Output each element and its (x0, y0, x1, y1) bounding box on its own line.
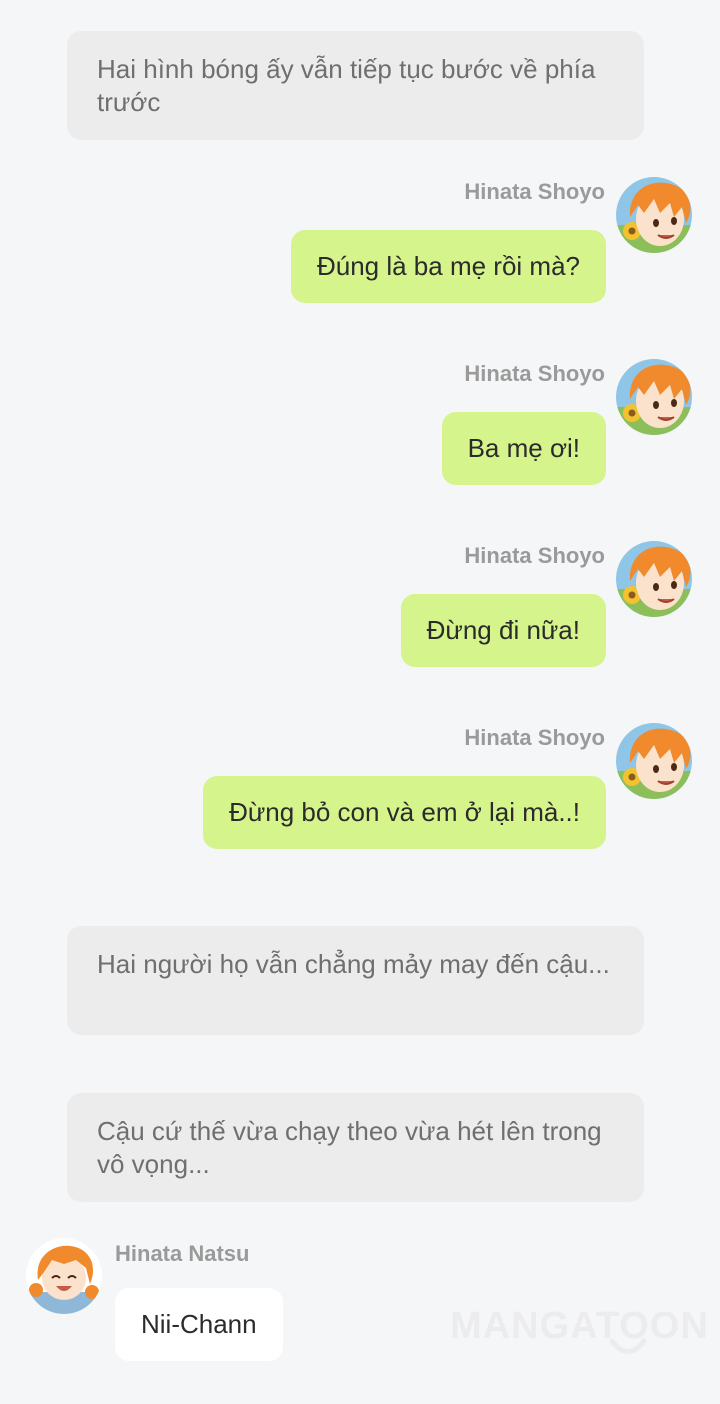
message-text: Đúng là ba mẹ rồi mà? (316, 251, 580, 281)
sender-name: Hinata Shoyo (464, 361, 605, 386)
narration-text: Hai hình bóng ấy vẫn tiếp tục bước về ph… (97, 54, 596, 117)
hinata-shoyo-avatar-icon[interactable] (616, 177, 692, 253)
narration-text: Hai người họ vẫn chẳng mảy may đến cậu..… (97, 949, 610, 979)
narration-bubble: Hai người họ vẫn chẳng mảy may đến cậu..… (67, 926, 644, 1035)
hinata-natsu-avatar-icon[interactable] (26, 1238, 102, 1314)
message-bubble[interactable]: Ba mẹ ơi! (441, 412, 606, 485)
message-text: Đừng đi nữa! (426, 615, 580, 645)
message-text: Đừng bỏ con và em ở lại mà..! (229, 797, 580, 827)
hinata-shoyo-avatar-icon[interactable] (616, 359, 692, 435)
narration-bubble: Cậu cứ thế vừa chạy theo vừa hét lên tro… (67, 1093, 644, 1202)
narration-text: Cậu cứ thế vừa chạy theo vừa hét lên tro… (97, 1116, 602, 1179)
sender-name: Hinata Shoyo (464, 725, 605, 750)
narration-bubble: Hai hình bóng ấy vẫn tiếp tục bước về ph… (67, 31, 644, 140)
message-text: Ba mẹ ơi! (467, 433, 580, 463)
sender-name: Hinata Shoyo (464, 543, 605, 568)
watermark-logo: MANGATOON (450, 1305, 709, 1347)
message-bubble[interactable]: Nii-Chann (115, 1288, 283, 1361)
hinata-shoyo-avatar-icon[interactable] (616, 541, 692, 617)
message-bubble[interactable]: Đúng là ba mẹ rồi mà? (290, 230, 606, 303)
message-bubble[interactable]: Đừng bỏ con và em ở lại mà..! (203, 776, 606, 849)
sender-name: Hinata Shoyo (464, 179, 605, 204)
hinata-shoyo-avatar-icon[interactable] (616, 723, 692, 799)
message-bubble[interactable]: Đừng đi nữa! (400, 594, 606, 667)
message-text: Nii-Chann (141, 1309, 257, 1339)
watermark-smile-icon (609, 1338, 647, 1354)
sender-name: Hinata Natsu (115, 1241, 250, 1266)
